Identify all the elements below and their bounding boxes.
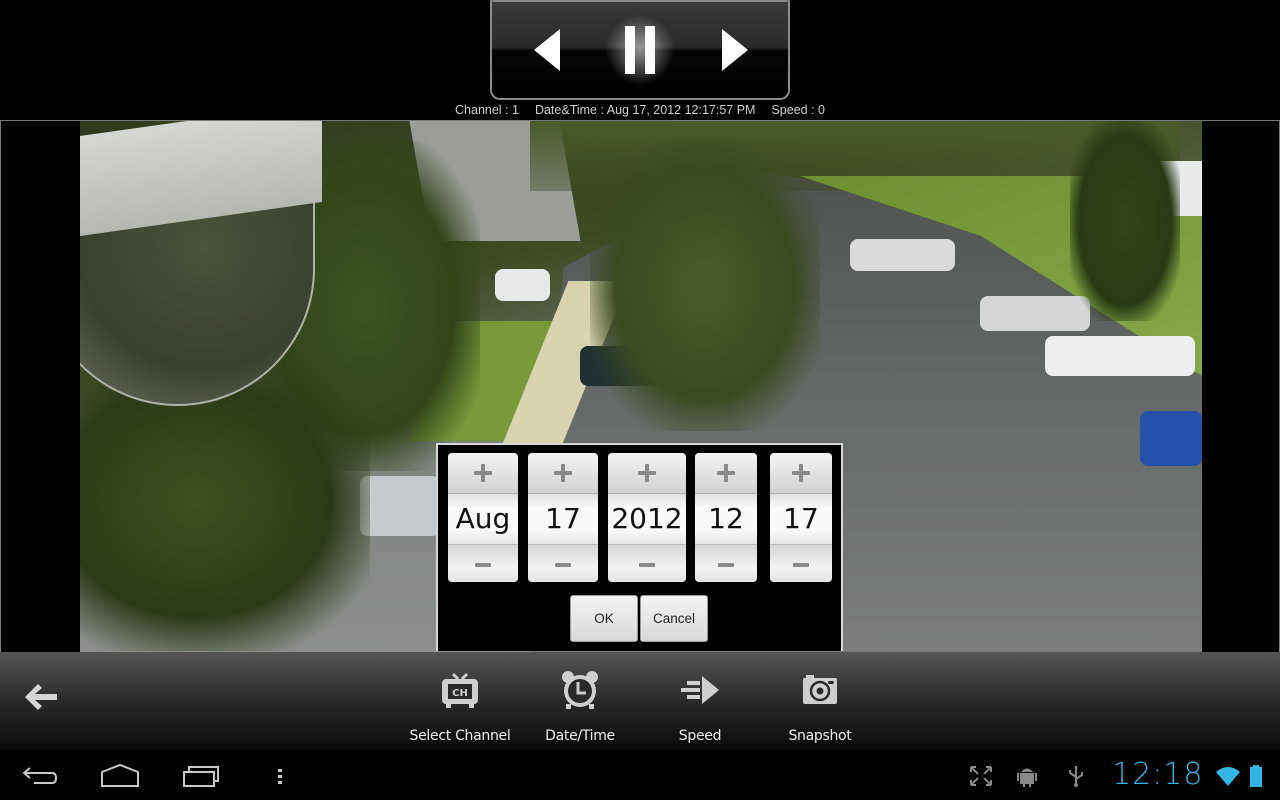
car (495, 269, 550, 301)
previous-button[interactable] (522, 20, 582, 80)
minute-increment-button[interactable] (770, 453, 832, 494)
day-picker: 17 (528, 453, 598, 582)
speed-status: Speed : 0 (771, 103, 825, 117)
tv-channel-icon: CH (442, 672, 478, 708)
speed-label: Speed (678, 728, 722, 744)
plus-icon (554, 464, 572, 482)
snapshot-label: Snapshot (788, 728, 852, 744)
datetime-picker-dialog: Aug 17 2012 12 17 OK Cancel (436, 443, 843, 651)
month-value[interactable]: Aug (448, 494, 518, 544)
minus-icon (718, 562, 734, 567)
battery-icon (1250, 765, 1262, 787)
car (1045, 336, 1195, 376)
year-decrement-button[interactable] (608, 544, 686, 582)
minute-value[interactable]: 17 (770, 494, 832, 544)
forward-triangle-icon (722, 29, 748, 71)
ok-button[interactable]: OK (570, 595, 638, 642)
speed-arrow-icon (681, 676, 719, 704)
minus-icon (793, 562, 809, 567)
snapshot-button[interactable]: Snapshot (760, 652, 880, 750)
datetime-label: Date/Time (545, 728, 615, 744)
tree (590, 141, 820, 431)
nav-back-icon[interactable] (20, 760, 62, 790)
back-button[interactable] (22, 682, 60, 712)
year-increment-button[interactable] (608, 453, 686, 494)
back-arrow-icon (25, 684, 57, 710)
car (360, 476, 440, 536)
tree (1070, 121, 1180, 321)
bottom-toolbar: CH Select Channel Date/Time Speed Snapsh… (0, 652, 1280, 750)
screen-compat-icon[interactable] (968, 764, 994, 788)
playback-status: Channel : 1 Date&Time : Aug 17, 2012 12:1… (0, 100, 1280, 120)
alarm-clock-icon (562, 671, 598, 709)
hour-picker: 12 (695, 453, 757, 582)
pause-button[interactable] (605, 15, 675, 85)
nav-home-icon[interactable] (98, 760, 142, 790)
cancel-button[interactable]: Cancel (640, 595, 708, 642)
year-value[interactable]: 2012 (608, 494, 686, 544)
next-button[interactable] (704, 20, 764, 80)
rewind-triangle-icon (534, 29, 560, 71)
select-channel-button[interactable]: CH Select Channel (400, 652, 520, 750)
speed-button[interactable]: Speed (640, 652, 760, 750)
svg-text:CH: CH (452, 688, 468, 699)
month-increment-button[interactable] (448, 453, 518, 494)
day-decrement-button[interactable] (528, 544, 598, 582)
hour-increment-button[interactable] (695, 453, 757, 494)
pause-glow (605, 15, 675, 85)
month-decrement-button[interactable] (448, 544, 518, 582)
minute-picker: 17 (770, 453, 832, 582)
playback-controls (490, 0, 790, 100)
day-increment-button[interactable] (528, 453, 598, 494)
car (1140, 411, 1202, 466)
minute-decrement-button[interactable] (770, 544, 832, 582)
plus-icon (717, 464, 735, 482)
android-debug-icon (1017, 768, 1037, 787)
status-clock: 12:18 (1112, 757, 1204, 792)
minus-icon (555, 562, 571, 567)
day-value[interactable]: 17 (528, 494, 598, 544)
dvr-viewer-app: Channel : 1 Date&Time : Aug 17, 2012 12:1… (0, 0, 1280, 800)
camera-icon (803, 675, 837, 704)
nav-recent-apps-icon[interactable] (180, 760, 222, 790)
minus-icon (475, 562, 491, 567)
system-navigation-bar: 12:18 (0, 750, 1280, 800)
year-picker: 2012 (608, 453, 686, 582)
car (850, 239, 955, 271)
hour-value[interactable]: 12 (695, 494, 757, 544)
plus-icon (474, 464, 492, 482)
nav-menu-icon[interactable] (270, 760, 290, 790)
hour-decrement-button[interactable] (695, 544, 757, 582)
datetime-status: Date&Time : Aug 17, 2012 12:17:57 PM (534, 103, 756, 117)
month-picker: Aug (448, 453, 518, 582)
plus-icon (792, 464, 810, 482)
datetime-button[interactable]: Date/Time (520, 652, 640, 750)
usb-icon (1069, 766, 1083, 787)
minus-icon (639, 562, 655, 567)
channel-status: Channel : 1 (455, 103, 519, 117)
plus-icon (638, 464, 656, 482)
wifi-icon (1216, 767, 1240, 786)
select-channel-label: Select Channel (409, 728, 511, 744)
